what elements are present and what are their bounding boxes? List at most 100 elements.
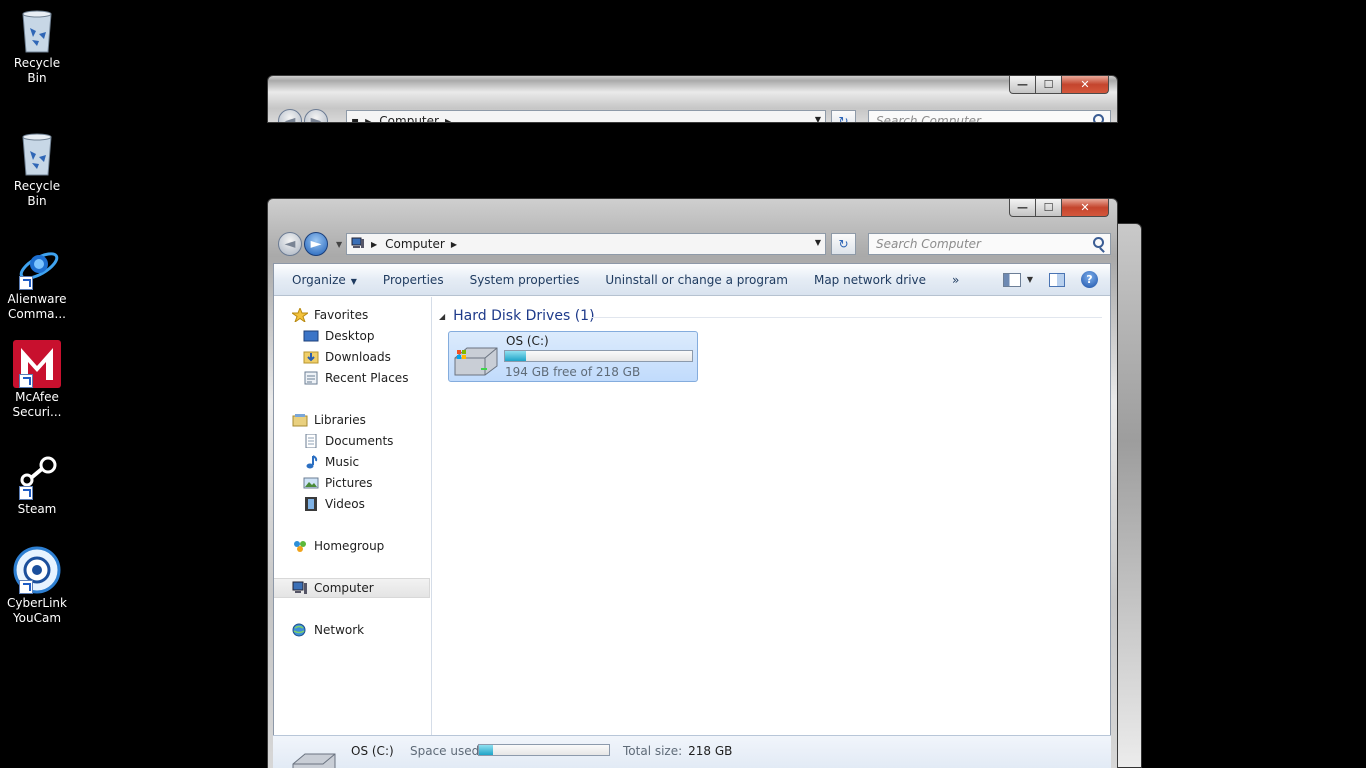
nav-label: Homegroup [314, 539, 385, 553]
desktop-icon-cyberlink-youcam[interactable]: CyberLink YouCam [4, 546, 70, 626]
space-used-label: Space used: [410, 744, 484, 758]
breadcrumb-arrow-icon: ▶ [365, 116, 372, 123]
drive-name: OS (C:) [506, 334, 549, 348]
desktop-icon-steam[interactable]: Steam [4, 452, 70, 517]
desktop-icon-label: Recycle Bin [13, 179, 61, 208]
search-placeholder: Search Computer [876, 114, 981, 123]
search-input[interactable]: Search Computer [868, 233, 1111, 255]
nav-label: Desktop [325, 329, 375, 343]
recycle-bin-icon [13, 6, 61, 54]
recent-places-icon [303, 371, 319, 385]
hard-drive-icon [291, 750, 337, 768]
close-button[interactable]: ✕ [1062, 199, 1109, 217]
properties-button[interactable]: Properties [370, 273, 457, 287]
breadcrumb-arrow-icon[interactable]: ▶ [451, 240, 457, 249]
webcam-icon [13, 546, 61, 594]
nav-label: Favorites [314, 308, 369, 322]
maximize-button[interactable]: ☐ [1036, 76, 1062, 94]
change-view-icon[interactable] [1002, 272, 1021, 287]
drive-tile-os-c[interactable]: OS (C:) 194 GB free of 218 GB [448, 331, 698, 382]
steam-icon [13, 452, 61, 500]
forward-button[interactable]: ► [304, 232, 328, 256]
back-button[interactable]: ◄ [278, 109, 302, 122]
nav-item-libraries[interactable]: Libraries [274, 410, 430, 430]
refresh-button[interactable]: ↻ [831, 233, 856, 255]
search-placeholder: Search Computer [876, 237, 981, 251]
hard-drive-icon [453, 344, 499, 376]
desktop-icon-label: McAfee Securi... [12, 390, 62, 419]
organize-button[interactable]: Organize ▼ [274, 273, 370, 287]
drive-usage-fill [505, 351, 526, 361]
recent-pages-chevron-icon[interactable]: ▼ [336, 240, 342, 249]
desktop-icon-label: CyberLink YouCam [7, 596, 67, 625]
more-commands-button[interactable]: » [939, 273, 972, 287]
nav-item-desktop[interactable]: Desktop [274, 326, 430, 346]
nav-label: Recent Places [325, 371, 409, 385]
breadcrumb-computer[interactable]: Computer [379, 114, 439, 122]
shortcut-arrow-icon [19, 486, 33, 500]
nav-label: Videos [325, 497, 365, 511]
maximize-button[interactable]: ☐ [1036, 199, 1062, 217]
group-header-hard-disk-drives[interactable]: ◢ Hard Disk Drives (1) [439, 308, 595, 324]
address-bar[interactable]: ▪ ▶ Computer ▶ ▼ [346, 110, 826, 123]
search-input[interactable]: Search Computer [868, 110, 1111, 123]
navigation-bar: ◄ ► ▼ ▶ Computer ▶ ▼ ↻ Search Computer [276, 231, 1111, 257]
map-network-drive-button[interactable]: Map network drive [801, 273, 939, 287]
address-bar[interactable]: ▶ Computer ▶ ▼ [346, 233, 826, 255]
system-properties-button[interactable]: System properties [457, 273, 593, 287]
refresh-button[interactable]: ↻ [831, 110, 856, 122]
minimize-button[interactable]: — [1009, 199, 1036, 217]
nav-label: Network [314, 623, 365, 637]
shortcut-arrow-icon [19, 580, 33, 594]
help-icon[interactable]: ? [1081, 271, 1098, 288]
desktop-icon-label: Steam [17, 502, 57, 516]
nav-item-network[interactable]: Network [274, 620, 430, 640]
search-icon[interactable] [1093, 237, 1104, 248]
collapse-triangle-icon[interactable]: ◢ [439, 312, 445, 321]
breadcrumb-arrow-icon[interactable]: ▶ [371, 240, 377, 249]
computer-icon [292, 581, 308, 595]
documents-icon [303, 433, 319, 449]
breadcrumb-computer[interactable]: Computer [385, 237, 445, 251]
shortcut-arrow-icon [19, 276, 33, 290]
group-title: Hard Disk Drives (1) [453, 308, 595, 324]
navigation-bar: ◄ ► ▪ ▶ Computer ▶ ▼ ↻ Search Computer [276, 108, 1111, 123]
film-strip-icon [303, 497, 319, 511]
chevron-down-icon: ▼ [350, 276, 357, 286]
details-pane: OS (C:) Space used: Total size: 218 GB [273, 735, 1111, 768]
desktop-icon-recycle-bin[interactable]: Recycle Bin [4, 6, 70, 86]
forward-button[interactable]: ► [304, 109, 328, 122]
explorer-window-background[interactable]: — ☐ ✕ ◄ ► ▪ ▶ Computer ▶ ▼ ↻ Search Comp… [267, 75, 1118, 123]
nav-item-documents[interactable]: Documents [274, 431, 430, 451]
computer-icon [351, 237, 365, 252]
nav-item-downloads[interactable]: Downloads [274, 347, 430, 367]
close-button[interactable]: ✕ [1062, 76, 1109, 94]
desktop-icon-mcafee[interactable]: McAfee Securi... [4, 340, 70, 420]
music-note-icon [303, 455, 319, 469]
chevron-down-icon[interactable]: ▼ [815, 238, 821, 247]
explorer-window[interactable]: — ☐ ✕ ◄ ► ▼ ▶ Computer ▶ ▼ ↻ Search Comp… [267, 198, 1118, 768]
chevron-down-icon[interactable]: ▼ [1027, 275, 1033, 284]
nav-item-videos[interactable]: Videos [274, 494, 430, 514]
nav-item-favorites[interactable]: Favorites [274, 305, 430, 325]
nav-item-homegroup[interactable]: Homegroup [274, 536, 430, 556]
preview-pane-icon[interactable] [1049, 272, 1065, 287]
details-drive-name: OS (C:) [351, 744, 394, 758]
minimize-button[interactable]: — [1009, 76, 1036, 94]
recycle-bin-icon [13, 129, 61, 177]
back-button[interactable]: ◄ [278, 232, 302, 256]
nav-label: Downloads [325, 350, 391, 364]
desktop-icon-alienware[interactable]: Alienware Comma... [4, 242, 70, 322]
nav-item-recent-places[interactable]: Recent Places [274, 368, 430, 388]
breadcrumb-arrow-icon: ▶ [444, 116, 452, 123]
shortcut-arrow-icon [19, 374, 33, 388]
alienware-icon [13, 242, 61, 290]
nav-item-pictures[interactable]: Pictures [274, 473, 430, 493]
search-icon[interactable] [1093, 114, 1104, 122]
explorer-body: Organize ▼ Properties System properties U… [273, 263, 1111, 768]
uninstall-program-button[interactable]: Uninstall or change a program [592, 273, 801, 287]
desktop-icon-recycle-bin-2[interactable]: Recycle Bin [4, 129, 70, 209]
chevron-down-icon[interactable]: ▼ [815, 115, 821, 122]
nav-item-computer[interactable]: Computer [274, 578, 430, 598]
nav-item-music[interactable]: Music [274, 452, 430, 472]
